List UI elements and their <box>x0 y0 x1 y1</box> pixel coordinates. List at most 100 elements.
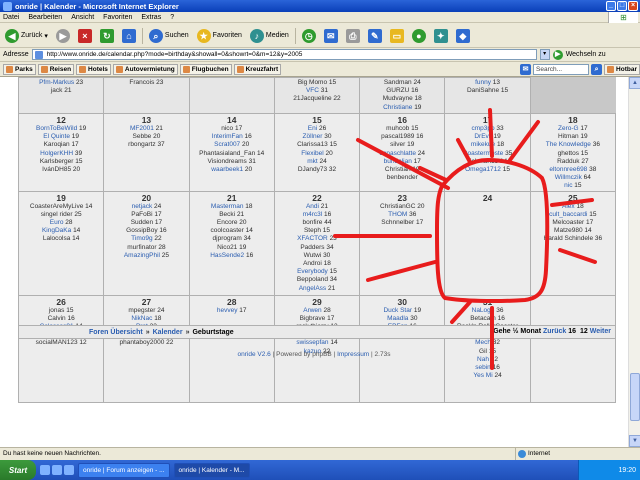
link-hotels[interactable]: Hotels <box>76 63 111 75</box>
messenger-button[interactable]: ● <box>410 27 428 45</box>
username-link[interactable]: nic <box>564 182 572 189</box>
username-link[interactable]: Francois <box>129 79 154 86</box>
mail-icon[interactable]: ✉ <box>520 63 532 75</box>
close-button[interactable]: × <box>628 1 638 11</box>
username-link[interactable]: Masterman <box>211 203 244 210</box>
username-link[interactable]: Everybody <box>297 268 328 275</box>
username-link[interactable]: Bigbrave <box>300 315 326 322</box>
username-link[interactable]: Mech <box>475 339 491 346</box>
username-link[interactable]: nico <box>221 125 233 132</box>
username-link[interactable]: Christian <box>385 166 411 173</box>
menu-bearbeiten[interactable]: Bearbeiten <box>28 14 62 21</box>
username-link[interactable]: bonfire <box>303 219 323 226</box>
history-button[interactable]: ◷ <box>300 27 318 45</box>
username-link[interactable]: Beppoland <box>297 276 328 283</box>
username-link[interactable]: rbongartz <box>128 141 155 148</box>
mail-button[interactable]: ✉ <box>322 27 340 45</box>
start-button[interactable]: Start <box>0 460 36 480</box>
username-link[interactable]: eltonnree698 <box>549 166 587 173</box>
edit-button[interactable]: ✎ <box>366 27 384 45</box>
favorites-button[interactable]: ★ Favoriten <box>195 27 244 45</box>
username-link[interactable]: HolgerKHH <box>40 150 73 157</box>
username-link[interactable]: Big Momo <box>298 79 327 86</box>
username-link[interactable]: Matze980 <box>554 227 583 234</box>
username-link[interactable]: Arwen <box>303 307 321 314</box>
username-link[interactable]: silver <box>390 141 405 148</box>
username-link[interactable]: singel rider <box>41 211 73 218</box>
username-link[interactable]: Coastermoste <box>463 150 503 157</box>
username-link[interactable]: Nico21 <box>217 244 237 251</box>
stop-button[interactable]: × <box>76 27 94 45</box>
username-link[interactable]: Melcoaster <box>552 219 584 226</box>
username-link[interactable]: ChristianGC <box>380 203 415 210</box>
username-link[interactable]: netjack <box>132 203 153 210</box>
print-button[interactable]: ⎙ <box>344 27 362 45</box>
scroll-up-icon[interactable]: ▲ <box>629 77 640 89</box>
address-input[interactable]: http://www.onride.de/calendar.php?mode=b… <box>31 49 537 60</box>
username-link[interactable]: KingDaKa <box>42 227 71 234</box>
extra-button[interactable]: ◆ <box>454 27 472 45</box>
username-link[interactable]: Androi <box>303 260 322 267</box>
username-link[interactable]: coolcoaster <box>211 227 244 234</box>
minimize-button[interactable]: _ <box>606 1 616 11</box>
back-button[interactable]: ◀ Zurück ▾ <box>3 27 50 45</box>
link-flugbuchen[interactable]: Flugbuchen <box>179 63 232 75</box>
search-button[interactable]: ⌕ Suchen <box>147 27 191 45</box>
username-link[interactable]: InterimFan <box>212 133 243 140</box>
username-link[interactable]: Encore <box>217 219 238 226</box>
go-arrow-icon[interactable]: ▶ <box>552 49 563 60</box>
username-link[interactable]: Omega1712 <box>465 166 501 173</box>
username-link[interactable]: Pfm-Markus <box>39 79 74 86</box>
hotbar-search-input[interactable]: Search... <box>533 63 590 75</box>
username-link[interactable]: Calvin <box>48 315 66 322</box>
username-link[interactable]: Wutwi <box>304 252 322 259</box>
username-link[interactable]: Mudvayne <box>383 95 413 102</box>
username-link[interactable]: Scrat007 <box>214 141 240 148</box>
username-link[interactable]: mikekue <box>471 141 495 148</box>
username-link[interactable]: benbender <box>387 174 418 181</box>
username-link[interactable]: Christiane <box>383 104 412 111</box>
username-link[interactable]: Flexibel <box>301 150 323 157</box>
username-link[interactable]: Alex <box>562 203 575 210</box>
username-link[interactable]: VFC <box>306 87 319 94</box>
username-link[interactable]: Eni <box>308 125 317 132</box>
link-parks[interactable]: Parks <box>3 63 36 75</box>
username-link[interactable]: THOM <box>388 211 407 218</box>
quicklaunch-desktop-icon[interactable] <box>40 465 50 475</box>
username-link[interactable]: Schnnelber <box>381 219 414 226</box>
username-link[interactable]: CoasterAreMyLive <box>30 203 83 210</box>
username-link[interactable]: Harald Schindele <box>544 235 594 242</box>
username-link[interactable]: mkt <box>307 158 317 165</box>
username-link[interactable]: swissepfan <box>296 339 328 346</box>
taskbar-item-forum[interactable]: onride | Forum anzeigen - ... <box>78 462 170 478</box>
username-link[interactable]: Visiondreams <box>208 158 247 165</box>
username-link[interactable]: djprogram <box>213 235 242 242</box>
username-link[interactable]: Sandman <box>384 79 412 86</box>
username-link[interactable]: NikNac <box>131 315 152 322</box>
back-link[interactable]: Zurück <box>543 328 566 335</box>
username-link[interactable]: pascal1989 <box>381 133 414 140</box>
link-autovermietung[interactable]: Autovermietung <box>112 63 178 75</box>
username-link[interactable]: The Knowledge <box>546 141 591 148</box>
username-link[interactable]: Timo9g <box>131 235 152 242</box>
link-reisen[interactable]: Reisen <box>37 63 75 75</box>
username-link[interactable]: IvánDH85 <box>42 166 71 173</box>
username-link[interactable]: Phantasialand_Fan <box>199 150 255 157</box>
scroll-down-icon[interactable]: ▼ <box>629 435 640 447</box>
username-link[interactable]: DaniSahne <box>467 87 499 94</box>
address-dropdown-icon[interactable]: ▾ <box>539 49 550 60</box>
refresh-button[interactable]: ↻ <box>98 27 116 45</box>
username-link[interactable]: MF2001 <box>130 125 154 132</box>
menu-datei[interactable]: Datei <box>3 14 19 21</box>
username-link[interactable]: socialMAN123 <box>36 339 78 346</box>
menu-help[interactable]: ? <box>170 14 174 21</box>
home-button[interactable]: ⌂ <box>120 27 138 45</box>
username-link[interactable]: hevvey <box>217 307 238 314</box>
username-link[interactable]: Yes Mi <box>473 372 492 379</box>
vertical-scrollbar[interactable]: ▲ ▼ <box>628 77 640 447</box>
go-button[interactable]: Wechseln zu <box>566 51 606 58</box>
username-link[interactable]: Sudden <box>131 219 153 226</box>
username-link[interactable]: HasSende2 <box>210 252 244 259</box>
media-button[interactable]: ♪ Medien <box>248 27 291 45</box>
username-link[interactable]: ghettos <box>558 150 579 157</box>
